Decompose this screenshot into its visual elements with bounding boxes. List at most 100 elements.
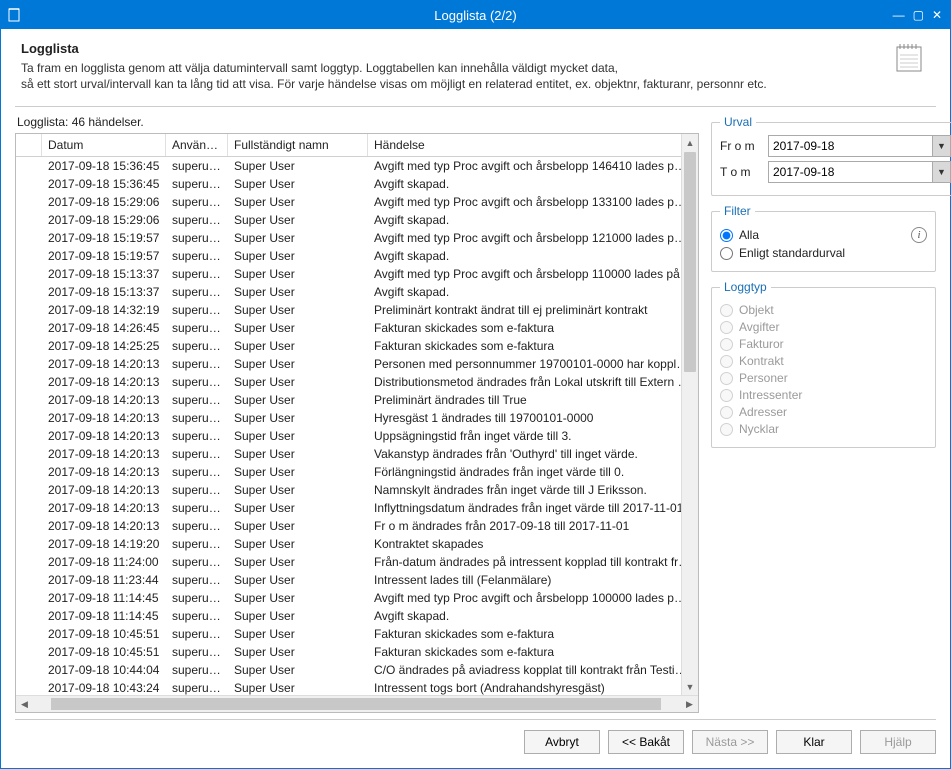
cell-event: C/O ändrades på aviadress kopplat till k… xyxy=(368,662,698,678)
vertical-scroll-thumb[interactable] xyxy=(684,152,696,372)
cell-fullname: Super User xyxy=(228,410,368,426)
vertical-scrollbar[interactable]: ▲ ▼ xyxy=(681,134,698,695)
table-row[interactable]: 2017-09-18 15:29:06superuserSuper UserAv… xyxy=(16,193,698,211)
cell-event: Avgift med typ Proc avgift och årsbelopp… xyxy=(368,230,698,246)
row-count-label: Logglista: 46 händelser. xyxy=(17,115,699,129)
cell-user: superuser xyxy=(166,230,228,246)
table-row[interactable]: 2017-09-18 14:20:13superuserSuper UserPe… xyxy=(16,355,698,373)
col-blank[interactable] xyxy=(16,134,42,156)
table-row[interactable]: 2017-09-18 15:13:37superuserSuper UserAv… xyxy=(16,283,698,301)
cell-date: 2017-09-18 14:20:13 xyxy=(42,500,166,516)
table-row[interactable]: 2017-09-18 11:14:45superuserSuper UserAv… xyxy=(16,607,698,625)
cell-user: superuser xyxy=(166,410,228,426)
cell-fullname: Super User xyxy=(228,446,368,462)
titlebar[interactable]: Logglista (2/2) — ▢ ✕ xyxy=(1,1,950,29)
cell-fullname: Super User xyxy=(228,212,368,228)
cell-blank xyxy=(16,543,42,545)
table-row[interactable]: 2017-09-18 14:20:13superuserSuper UserVa… xyxy=(16,445,698,463)
table-row[interactable]: 2017-09-18 10:45:51superuserSuper UserFa… xyxy=(16,625,698,643)
urval-legend: Urval xyxy=(720,115,756,129)
cell-date: 2017-09-18 11:14:45 xyxy=(42,590,166,606)
from-date-input[interactable] xyxy=(768,135,933,157)
maximize-button[interactable]: ▢ xyxy=(913,8,924,22)
cell-fullname: Super User xyxy=(228,554,368,570)
scroll-right-arrow-icon[interactable]: ▶ xyxy=(681,699,698,710)
to-date-dropdown-icon[interactable]: ▼ xyxy=(933,161,951,183)
info-icon[interactable]: i xyxy=(911,227,927,243)
cell-blank xyxy=(16,651,42,653)
cell-event: Inflyttningsdatum ändrades från inget vä… xyxy=(368,500,698,516)
done-button[interactable]: Klar xyxy=(776,730,852,754)
log-table[interactable]: Datum Använd... Fullständigt namn Händel… xyxy=(15,133,699,713)
horizontal-scroll-thumb[interactable] xyxy=(51,698,661,710)
col-event[interactable]: Händelse xyxy=(368,134,698,156)
cell-fullname: Super User xyxy=(228,374,368,390)
col-fullname[interactable]: Fullständigt namn xyxy=(228,134,368,156)
table-row[interactable]: 2017-09-18 15:36:45superuserSuper UserAv… xyxy=(16,175,698,193)
table-row[interactable]: 2017-09-18 14:19:20superuserSuper UserKo… xyxy=(16,535,698,553)
cell-date: 2017-09-18 10:44:04 xyxy=(42,662,166,678)
table-row[interactable]: 2017-09-18 11:14:45superuserSuper UserAv… xyxy=(16,589,698,607)
help-button[interactable]: Hjälp xyxy=(860,730,936,754)
cell-user: superuser xyxy=(166,428,228,444)
cell-user: superuser xyxy=(166,392,228,408)
to-date-input[interactable] xyxy=(768,161,933,183)
table-row[interactable]: 2017-09-18 14:20:13superuserSuper UserUp… xyxy=(16,427,698,445)
table-row[interactable]: 2017-09-18 14:20:13superuserSuper UserDi… xyxy=(16,373,698,391)
cell-blank xyxy=(16,687,42,689)
cell-date: 2017-09-18 14:20:13 xyxy=(42,392,166,408)
filter-all-radio[interactable] xyxy=(720,229,733,242)
cell-blank xyxy=(16,255,42,257)
table-row[interactable]: 2017-09-18 14:20:13superuserSuper UserFr… xyxy=(16,517,698,535)
scroll-up-arrow-icon[interactable]: ▲ xyxy=(682,134,698,151)
table-row[interactable]: 2017-09-18 15:13:37superuserSuper UserAv… xyxy=(16,265,698,283)
filter-standard-radio[interactable] xyxy=(720,247,733,260)
from-date-dropdown-icon[interactable]: ▼ xyxy=(933,135,951,157)
table-row[interactable]: 2017-09-18 14:25:25superuserSuper UserFa… xyxy=(16,337,698,355)
table-row[interactable]: 2017-09-18 14:20:13superuserSuper UserIn… xyxy=(16,499,698,517)
table-row[interactable]: 2017-09-18 14:20:13superuserSuper UserFö… xyxy=(16,463,698,481)
table-row[interactable]: 2017-09-18 15:19:57superuserSuper UserAv… xyxy=(16,247,698,265)
cell-event: Avgift med typ Proc avgift och årsbelopp… xyxy=(368,194,698,210)
horizontal-scrollbar[interactable]: ◀ ▶ xyxy=(16,695,698,712)
cell-blank xyxy=(16,435,42,437)
table-body[interactable]: 2017-09-18 15:36:45superuserSuper UserAv… xyxy=(16,157,698,695)
table-row[interactable]: 2017-09-18 14:20:13superuserSuper UserNa… xyxy=(16,481,698,499)
cell-user: superuser xyxy=(166,374,228,390)
cell-user: superuser xyxy=(166,680,228,695)
table-row[interactable]: 2017-09-18 11:23:44superuserSuper UserIn… xyxy=(16,571,698,589)
table-row[interactable]: 2017-09-18 15:29:06superuserSuper UserAv… xyxy=(16,211,698,229)
cell-fullname: Super User xyxy=(228,338,368,354)
minimize-button[interactable]: — xyxy=(893,8,905,22)
cell-fullname: Super User xyxy=(228,230,368,246)
cell-blank xyxy=(16,309,42,311)
cell-date: 2017-09-18 15:13:37 xyxy=(42,266,166,282)
scroll-left-arrow-icon[interactable]: ◀ xyxy=(16,699,33,710)
cell-blank xyxy=(16,399,42,401)
close-button[interactable]: ✕ xyxy=(932,8,942,22)
table-row[interactable]: 2017-09-18 11:24:00superuserSuper UserFr… xyxy=(16,553,698,571)
back-button[interactable]: << Bakåt xyxy=(608,730,684,754)
table-row[interactable]: 2017-09-18 14:20:13superuserSuper UserPr… xyxy=(16,391,698,409)
cell-event: Vakanstyp ändrades från 'Outhyrd' till i… xyxy=(368,446,698,462)
col-date[interactable]: Datum xyxy=(42,134,166,156)
table-row[interactable]: 2017-09-18 14:32:19superuserSuper UserPr… xyxy=(16,301,698,319)
cell-date: 2017-09-18 14:20:13 xyxy=(42,518,166,534)
table-row[interactable]: 2017-09-18 15:19:57superuserSuper UserAv… xyxy=(16,229,698,247)
cell-fullname: Super User xyxy=(228,680,368,695)
table-row[interactable]: 2017-09-18 10:44:04superuserSuper UserC/… xyxy=(16,661,698,679)
cancel-button[interactable]: Avbryt xyxy=(524,730,600,754)
next-button[interactable]: Nästa >> xyxy=(692,730,768,754)
table-row[interactable]: 2017-09-18 14:20:13superuserSuper UserHy… xyxy=(16,409,698,427)
scroll-down-arrow-icon[interactable]: ▼ xyxy=(682,678,698,695)
table-row[interactable]: 2017-09-18 10:43:24superuserSuper UserIn… xyxy=(16,679,698,695)
table-row[interactable]: 2017-09-18 10:45:51superuserSuper UserFa… xyxy=(16,643,698,661)
cell-date: 2017-09-18 14:26:45 xyxy=(42,320,166,336)
cell-fullname: Super User xyxy=(228,644,368,660)
col-user[interactable]: Använd... xyxy=(166,134,228,156)
cell-event: Intressent togs bort (Andrahandshyresgäs… xyxy=(368,680,698,695)
table-row[interactable]: 2017-09-18 15:36:45superuserSuper UserAv… xyxy=(16,157,698,175)
loggtyp-radio xyxy=(720,338,733,351)
table-row[interactable]: 2017-09-18 14:26:45superuserSuper UserFa… xyxy=(16,319,698,337)
page-title: Logglista xyxy=(21,41,767,56)
